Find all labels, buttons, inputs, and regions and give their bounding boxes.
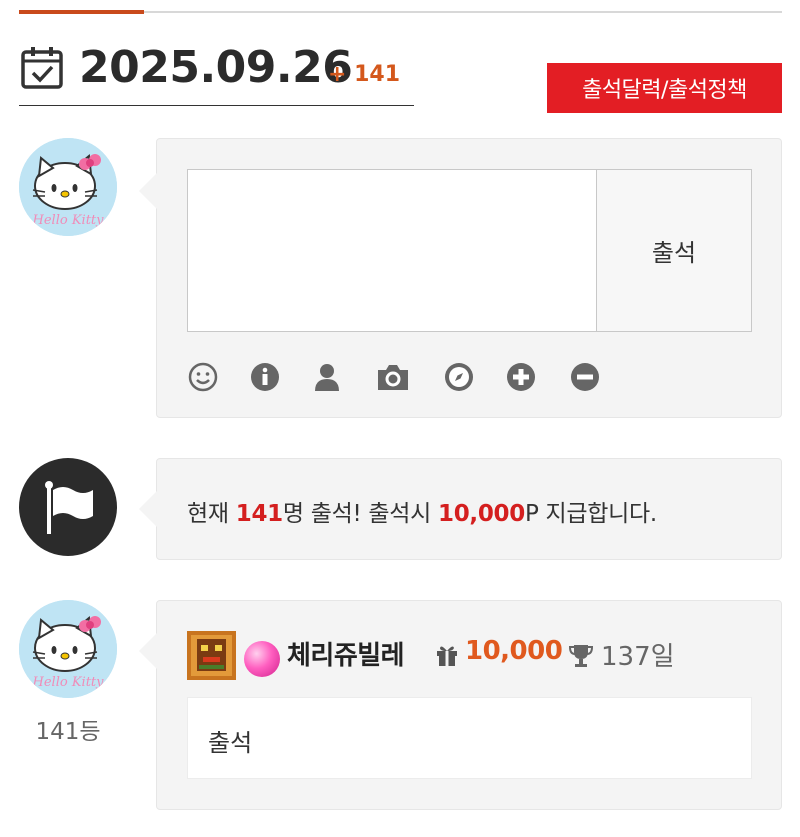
entry-message: 출석 bbox=[208, 729, 253, 757]
avatar[interactable]: Hello Kitty bbox=[19, 600, 117, 698]
camera-icon[interactable] bbox=[375, 361, 411, 393]
gift-icon bbox=[437, 646, 457, 666]
reward-points: 10,000 bbox=[465, 636, 563, 666]
rank-label: 141등 bbox=[35, 719, 101, 745]
notice-text: 현재 141명 출석! 출석시 10,000P 지급합니다. bbox=[187, 494, 657, 528]
minus-circle-icon[interactable] bbox=[569, 361, 601, 393]
notice-prefix: 현재 bbox=[187, 501, 236, 527]
date-header: 2025.09.26 + 141 bbox=[19, 42, 414, 106]
top-divider-accent bbox=[19, 10, 144, 14]
compass-icon[interactable] bbox=[443, 361, 475, 393]
user-nickname[interactable]: 체리쥬빌레 bbox=[287, 635, 405, 672]
calendar-icon bbox=[21, 47, 63, 89]
gem-icon bbox=[244, 641, 280, 677]
hello-kitty-icon: Hello Kitty bbox=[19, 138, 117, 236]
hello-kitty-icon: Hello Kitty bbox=[19, 600, 117, 698]
user-icon[interactable] bbox=[311, 361, 343, 393]
comment-textarea[interactable] bbox=[187, 169, 597, 332]
entry-message-box: 출석 bbox=[187, 697, 752, 779]
plus-circle-icon[interactable] bbox=[505, 361, 537, 393]
attendance-form: 출석 bbox=[139, 138, 782, 418]
entry-header: 체리쥬빌레 10,000 137일 bbox=[187, 631, 767, 681]
attendance-submit-button[interactable]: 출석 bbox=[596, 169, 752, 332]
notice-suffix: P 지급합니다. bbox=[524, 501, 657, 527]
svg-text:Hello Kitty: Hello Kitty bbox=[32, 675, 105, 690]
flag-icon bbox=[45, 481, 93, 534]
notice-middle: 명 출석! 출석시 bbox=[282, 501, 438, 527]
speech-tail bbox=[139, 173, 157, 209]
speech-tail bbox=[139, 491, 157, 527]
attendance-entry: 체리쥬빌레 10,000 137일 출석 bbox=[139, 600, 782, 810]
level-badge-icon bbox=[187, 631, 236, 680]
smile-icon[interactable] bbox=[187, 361, 219, 393]
avatar: Hello Kitty bbox=[19, 138, 117, 236]
trophy-icon bbox=[568, 645, 594, 667]
attendance-policy-button[interactable]: 출석달력/출석정책 bbox=[547, 63, 782, 113]
attendance-date: 2025.09.26 bbox=[79, 42, 353, 93]
notice-count: 141 bbox=[235, 501, 283, 527]
info-icon[interactable] bbox=[249, 361, 281, 393]
attendance-days: 137일 bbox=[601, 642, 675, 672]
attendance-notice: 현재 141명 출석! 출석시 10,000P 지급합니다. bbox=[139, 458, 782, 560]
speech-tail bbox=[139, 633, 157, 669]
notice-flag-badge bbox=[19, 458, 117, 556]
notice-points: 10,000 bbox=[437, 501, 525, 527]
svg-text:Hello Kitty: Hello Kitty bbox=[32, 213, 105, 228]
attendance-count: + 141 bbox=[328, 62, 401, 87]
